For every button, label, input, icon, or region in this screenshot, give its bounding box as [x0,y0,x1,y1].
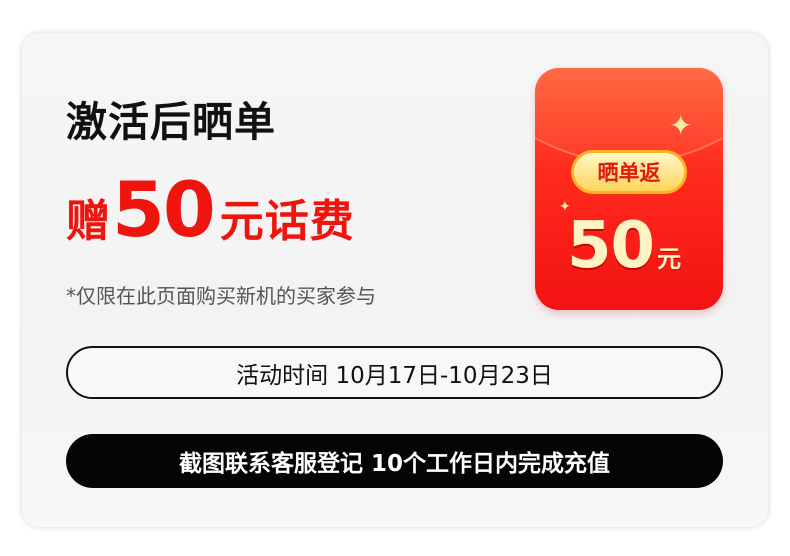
envelope-amount-number: 50 [567,209,655,283]
gift-prefix: 赠 [66,196,110,247]
activity-period-pill: 活动时间 10月17日-10月23日 [66,346,723,399]
gift-offer: 赠 50 元话费 [66,172,355,249]
envelope-badge: 晒单返 [571,150,687,194]
promo-headline: 激活后晒单 [66,98,276,146]
sparkle-icon: ✦ [669,109,693,142]
red-envelope-icon: ✦ ✦ 晒单返 50 元 [535,68,723,310]
envelope-amount: 50 元 [567,214,681,278]
gift-suffix: 元话费 [219,196,355,247]
gift-amount: 50 [112,165,216,254]
envelope-amount-unit: 元 [657,245,682,273]
contact-service-pill[interactable]: 截图联系客服登记 10个工作日内完成充值 [66,434,723,488]
eligibility-note: *仅限在此页面购买新机的买家参与 [66,284,376,308]
